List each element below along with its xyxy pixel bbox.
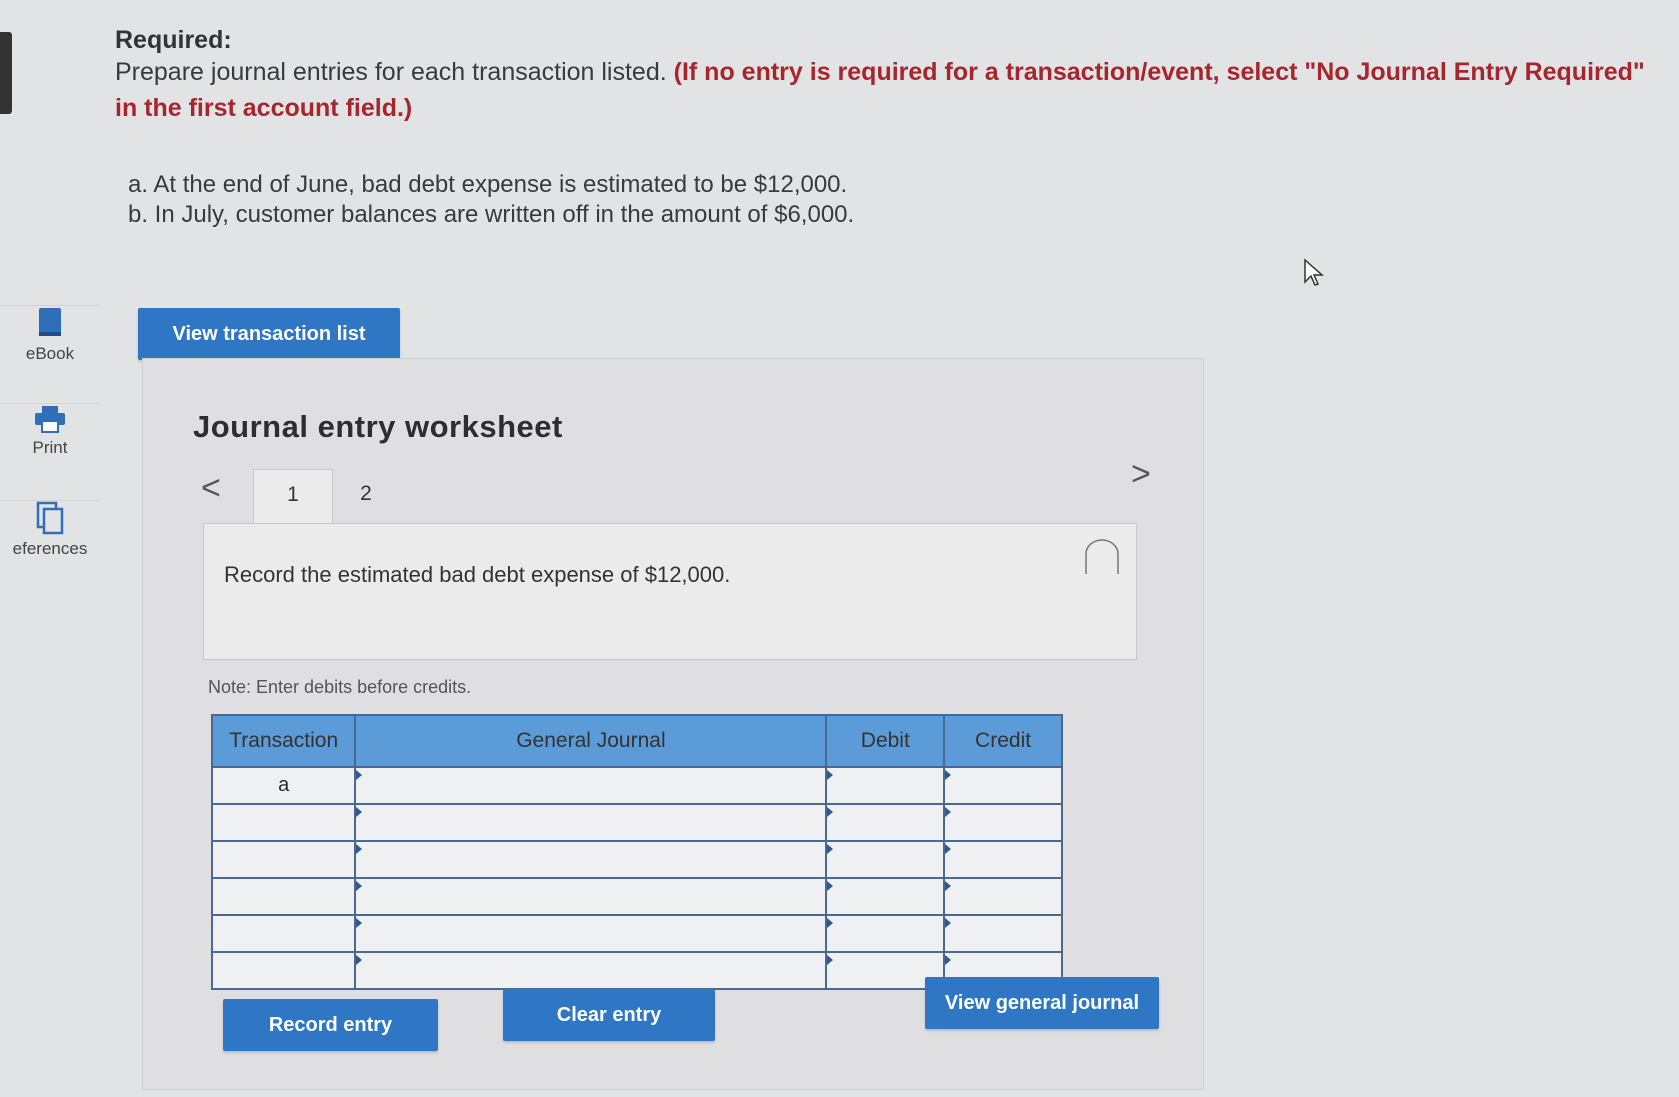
instructions-text: Prepare journal entries for each transac… [115, 58, 667, 86]
table-header-row: Transaction General Journal Debit Credit [210, 714, 1063, 768]
refresh-icon [1085, 539, 1119, 574]
transaction-list: a. At the end of June, bad debt expense … [128, 170, 854, 230]
tab-2[interactable]: 2 [327, 469, 405, 525]
account-select[interactable] [354, 803, 828, 842]
table-row [210, 840, 1063, 879]
debit-input[interactable] [825, 803, 946, 842]
transaction-cell [210, 840, 357, 879]
worksheet-title: Journal entry worksheet [193, 409, 563, 444]
sidebar-item-label: eBook [25, 344, 75, 363]
credit-input[interactable] [943, 803, 1063, 842]
account-select[interactable] [354, 877, 828, 916]
transaction-cell [210, 877, 357, 916]
sidebar-item-label: Print [32, 438, 68, 457]
header-debit: Debit [825, 714, 946, 768]
sidebar-item-references[interactable]: eferences [0, 500, 100, 599]
table-row [210, 914, 1063, 953]
debit-input[interactable] [825, 840, 946, 879]
table-row: a [210, 766, 1063, 805]
worksheet-instruction: Record the estimated bad debt expense of… [224, 562, 731, 587]
references-icon [36, 501, 64, 535]
debit-input[interactable] [825, 766, 946, 805]
required-heading: Required: [115, 26, 232, 54]
transaction-cell [210, 914, 357, 953]
record-entry-button[interactable]: Record entry [223, 999, 438, 1051]
header-transaction: Transaction [210, 714, 357, 768]
tab-1[interactable]: 1 [253, 469, 333, 526]
journal-entry-worksheet: Journal entry worksheet < > 1 2 Record t… [142, 358, 1204, 1090]
transaction-cell [210, 803, 357, 842]
book-icon [39, 308, 61, 336]
general-journal-table: Transaction General Journal Debit Credit… [210, 714, 1063, 990]
transaction-cell [210, 951, 357, 990]
next-arrow-icon[interactable]: > [1131, 455, 1151, 494]
account-select[interactable] [354, 914, 828, 953]
instruction-box: Record the estimated bad debt expense of… [203, 523, 1137, 660]
sidebar-item-print[interactable]: Print [0, 403, 100, 499]
transaction-item: a. At the end of June, bad debt expense … [128, 171, 848, 198]
credit-input[interactable] [943, 877, 1063, 916]
mouse-cursor-icon [1304, 258, 1324, 286]
transaction-item: b. In July, customer balances are writte… [128, 201, 855, 228]
transaction-cell: a [210, 766, 357, 805]
credit-input[interactable] [943, 914, 1063, 953]
previous-arrow-icon[interactable]: < [201, 469, 221, 508]
entry-note: Note: Enter debits before credits. [208, 677, 472, 697]
printer-icon [35, 406, 65, 433]
account-select[interactable] [354, 766, 828, 805]
account-select[interactable] [354, 951, 828, 990]
header-general-journal: General Journal [354, 714, 828, 768]
view-transaction-list-button[interactable]: View transaction list [138, 308, 400, 360]
debit-input[interactable] [825, 877, 946, 916]
table-row [210, 803, 1063, 842]
debit-input[interactable] [825, 914, 946, 953]
sidebar-item-label: eferences [12, 539, 88, 558]
account-select[interactable] [354, 840, 828, 879]
view-general-journal-button[interactable]: View general journal [925, 977, 1159, 1029]
table-row [210, 877, 1063, 916]
credit-input[interactable] [943, 766, 1063, 805]
credit-input[interactable] [943, 840, 1063, 879]
header-credit: Credit [943, 714, 1063, 768]
required-instructions: Prepare journal entries for each transac… [115, 54, 1645, 126]
sidebar-item-ebook[interactable]: eBook [0, 305, 100, 401]
clear-entry-button[interactable]: Clear entry [503, 989, 715, 1041]
scroll-indicator [0, 32, 12, 114]
